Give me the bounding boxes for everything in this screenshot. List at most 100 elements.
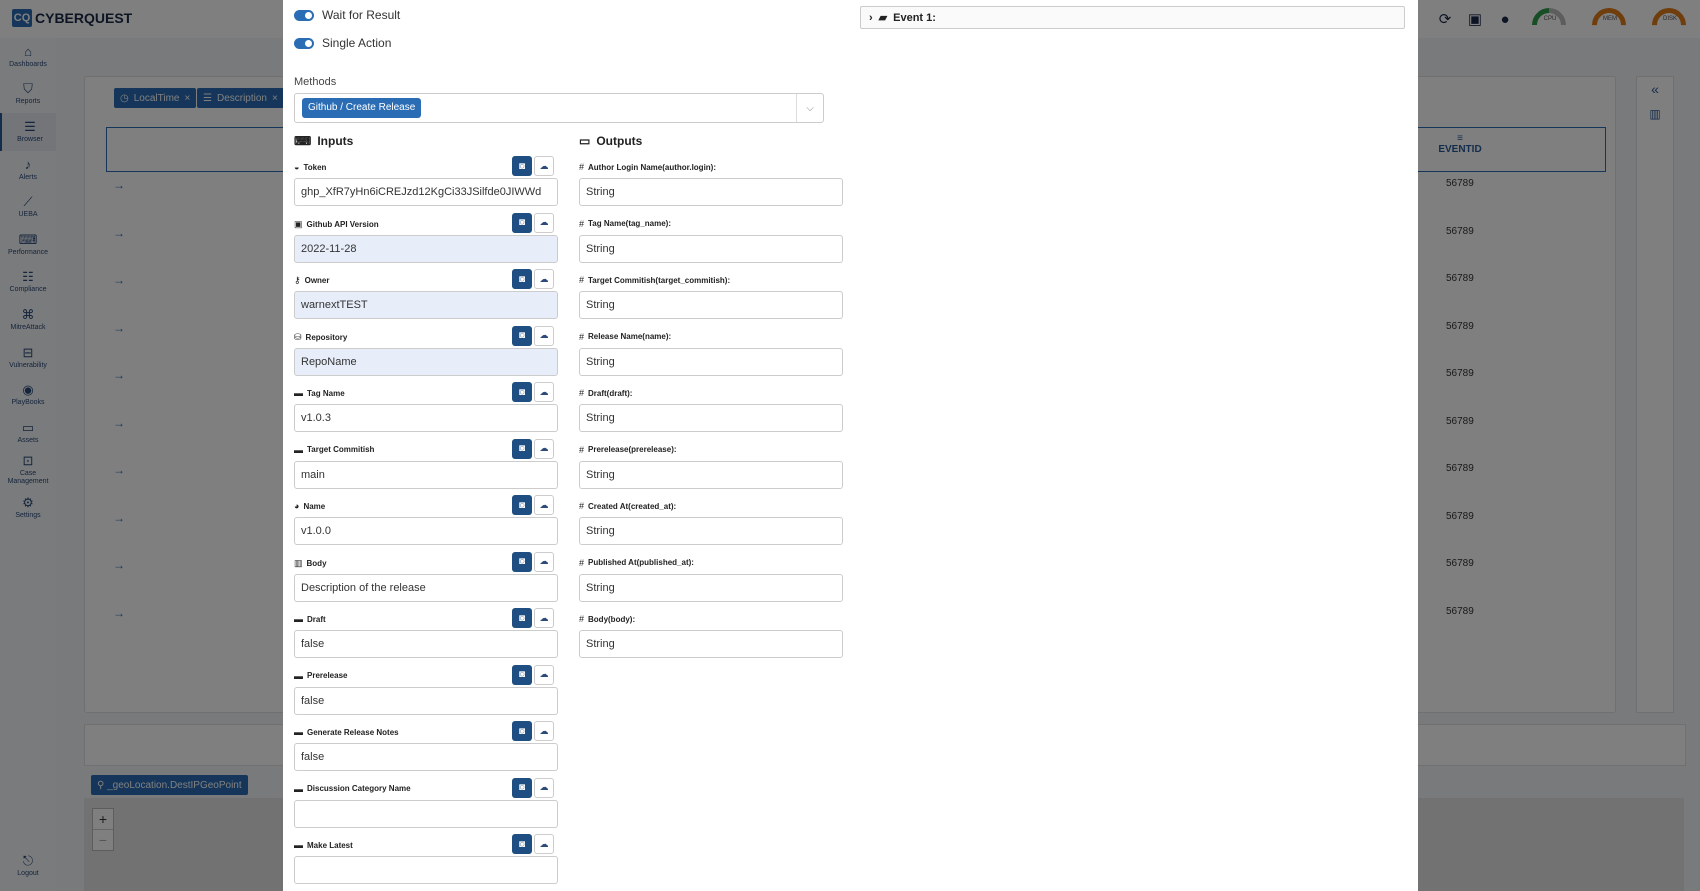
output-label: # Body(body): xyxy=(579,614,635,624)
output-field[interactable]: String xyxy=(579,573,843,602)
input-field[interactable]: ghp_XfR7yHn6iCREJzd12KgCi33JSilfde0JIWWd xyxy=(294,178,558,206)
input-field[interactable]: RepoName xyxy=(294,347,558,376)
methods-select[interactable]: Github / Create Release ⌵ xyxy=(294,93,824,123)
cloud-icon[interactable]: ☁ xyxy=(534,551,554,572)
chevron-down-icon[interactable]: ⌵ xyxy=(796,94,823,122)
camera-icon[interactable]: ◙ xyxy=(512,551,532,572)
input-label-text: Draft xyxy=(307,614,326,624)
input-label: ◕ Name xyxy=(294,501,325,511)
input-action-buttons: ◙ ☁ xyxy=(512,664,554,685)
hash-icon: # xyxy=(579,444,585,455)
cloud-icon[interactable]: ☁ xyxy=(534,212,554,233)
input-label-text: Name xyxy=(303,501,326,511)
input-field[interactable]: false xyxy=(294,630,558,658)
cloud-icon[interactable]: ☁ xyxy=(534,156,554,176)
output-label-text: Release Name(name): xyxy=(588,332,672,341)
playbook-action-modal: Wait for Result Single Action Methods Gi… xyxy=(283,0,1418,891)
input-field[interactable]: main xyxy=(294,460,558,489)
output-label-text: Prerelease(prerelease): xyxy=(588,445,677,454)
output-field[interactable]: String xyxy=(579,291,843,319)
field-type-icon: ▬ xyxy=(294,444,303,455)
field-type-icon: ◕ xyxy=(294,501,300,511)
input-label: ▬ Generate Release Notes xyxy=(294,727,399,737)
method-chip[interactable]: Github / Create Release xyxy=(302,98,422,118)
input-label: ▬ Target Commitish xyxy=(294,445,374,455)
cloud-icon[interactable]: ☁ xyxy=(534,325,554,346)
camera-icon[interactable]: ◙ xyxy=(512,777,532,798)
input-label-text: Token xyxy=(303,162,327,172)
input-label: ▬ Make Latest xyxy=(294,840,353,850)
cloud-icon[interactable]: ☁ xyxy=(534,269,554,289)
output-field[interactable]: String xyxy=(579,460,843,489)
input-label-text: Make Latest xyxy=(307,840,353,850)
hash-icon: # xyxy=(579,162,585,172)
chevron-right-icon[interactable]: › xyxy=(869,12,873,24)
cloud-icon[interactable]: ☁ xyxy=(534,664,554,685)
input-label-text: Target Commitish xyxy=(307,445,375,454)
output-field[interactable]: String xyxy=(579,178,843,206)
hash-icon: # xyxy=(579,275,585,285)
input-field[interactable]: 2022-11-28 xyxy=(294,234,558,263)
input-label-text: Tag Name xyxy=(307,388,345,398)
input-action-buttons: ◙ ☁ xyxy=(512,834,554,854)
camera-icon[interactable]: ◙ xyxy=(512,269,532,289)
input-label: ⚷ Owner xyxy=(294,275,330,286)
input-label: ▬ Tag Name xyxy=(294,388,345,398)
input-action-buttons: ◙ ☁ xyxy=(512,608,554,628)
field-type-icon: ⛁ xyxy=(294,331,302,342)
input-field[interactable]: false xyxy=(294,743,558,771)
single-action-toggle-row[interactable]: Single Action xyxy=(294,36,391,50)
single-action-toggle[interactable] xyxy=(294,37,314,49)
camera-icon[interactable]: ◙ xyxy=(512,325,532,346)
input-label-text: Discussion Category Name xyxy=(307,784,411,793)
input-field[interactable]: warnextTEST xyxy=(294,291,558,319)
input-field[interactable]: v1.0.0 xyxy=(294,517,558,545)
input-label-text: Generate Release Notes xyxy=(307,727,399,737)
cloud-icon[interactable]: ☁ xyxy=(534,834,554,854)
output-label: # Tag Name(tag_name): xyxy=(579,219,671,229)
cloud-icon[interactable]: ☁ xyxy=(534,608,554,628)
output-field[interactable]: String xyxy=(579,404,843,432)
output-label-text: Published At(published_at): xyxy=(588,558,694,567)
input-field[interactable] xyxy=(294,799,558,828)
input-action-buttons: ◙ ☁ xyxy=(512,325,554,346)
input-field[interactable]: false xyxy=(294,686,558,715)
monitor-icon: ▭ xyxy=(579,134,591,148)
output-field[interactable]: String xyxy=(579,234,843,263)
output-label-text: Draft(draft): xyxy=(588,388,633,398)
hash-icon: # xyxy=(579,388,585,398)
input-label: ▬ Draft xyxy=(294,614,326,624)
field-type-icon: ◒ xyxy=(294,162,300,172)
camera-icon[interactable]: ◙ xyxy=(512,495,532,515)
camera-icon[interactable]: ◙ xyxy=(512,212,532,233)
cloud-icon[interactable]: ☁ xyxy=(534,777,554,798)
output-field[interactable]: String xyxy=(579,630,843,658)
camera-icon[interactable]: ◙ xyxy=(512,156,532,176)
toggle-label: Single Action xyxy=(322,36,392,50)
event-1-node[interactable]: › ▰ Event 1: xyxy=(860,6,1405,29)
output-field[interactable]: String xyxy=(579,517,843,545)
camera-icon[interactable]: ◙ xyxy=(512,382,532,402)
cloud-icon[interactable]: ☁ xyxy=(534,495,554,515)
output-field[interactable]: String xyxy=(579,347,843,376)
input-action-buttons: ◙ ☁ xyxy=(512,269,554,289)
cloud-icon[interactable]: ☁ xyxy=(534,382,554,402)
camera-icon[interactable]: ◙ xyxy=(512,438,532,459)
output-label: # Release Name(name): xyxy=(579,332,671,342)
cloud-icon[interactable]: ☁ xyxy=(534,721,554,741)
input-field[interactable]: v1.0.3 xyxy=(294,404,558,432)
camera-icon[interactable]: ◙ xyxy=(512,721,532,741)
input-label: ◒ Token xyxy=(294,162,326,172)
input-label-text: Repository xyxy=(305,332,348,342)
camera-icon[interactable]: ◙ xyxy=(512,834,532,854)
input-action-buttons: ◙ ☁ xyxy=(512,777,554,798)
input-field[interactable]: Description of the release xyxy=(294,573,558,602)
wait-for-result-toggle-row[interactable]: Wait for Result xyxy=(294,8,400,22)
wait-for-result-toggle[interactable] xyxy=(294,9,314,21)
input-field[interactable] xyxy=(294,856,558,884)
field-type-icon: ▬ xyxy=(294,727,303,737)
camera-icon[interactable]: ◙ xyxy=(512,664,532,685)
input-label-text: Github API Version xyxy=(306,219,379,229)
camera-icon[interactable]: ◙ xyxy=(512,608,532,628)
cloud-icon[interactable]: ☁ xyxy=(534,438,554,459)
